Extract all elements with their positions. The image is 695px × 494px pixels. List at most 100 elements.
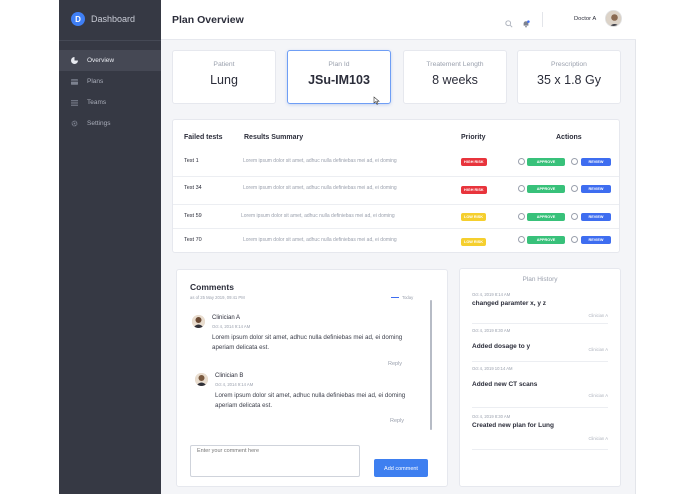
comment-date: Oct 4, 2014 9:14 AM	[212, 324, 251, 329]
stat-label: Patient	[213, 61, 235, 68]
result-summary: Lorem ipsum dolor sit amet, adhuc nulla …	[243, 185, 397, 191]
sidebar-item-teams[interactable]: Teams	[59, 92, 161, 113]
scrollbar-thumb[interactable]	[430, 300, 432, 430]
comment-input[interactable]	[190, 445, 360, 477]
divider	[472, 361, 608, 362]
stat-card-treatment-length: Treatement Length 8 weeks	[403, 50, 507, 104]
sidebar-item-settings[interactable]: Settings	[59, 113, 161, 134]
test-name: Test 34	[184, 185, 202, 191]
history-date: Oct 4, 2019 8:14 AM	[472, 292, 511, 297]
approve-button[interactable]: APPROVE	[527, 213, 565, 221]
history-author: Clinician A	[588, 436, 608, 441]
avatar	[192, 315, 205, 328]
approve-radio[interactable]	[518, 185, 525, 192]
stat-label: Treatement Length	[426, 61, 484, 68]
stat-value: JSu-IM103	[308, 73, 370, 87]
column-header-actions: Actions	[556, 134, 582, 141]
approve-button[interactable]: APPROVE	[527, 185, 565, 193]
priority-badge: HIGH RISK	[461, 186, 487, 194]
card-icon	[71, 78, 78, 85]
app-window: D Dashboard Overview Plans Teams Setting…	[59, 0, 636, 494]
brand-title: Dashboard	[91, 14, 136, 24]
result-summary: Lorem ipsum dolor sit amet, adhuc nulla …	[243, 158, 397, 164]
pie-chart-icon	[71, 57, 78, 64]
review-radio[interactable]	[571, 158, 578, 165]
comments-title: Comments	[190, 282, 234, 292]
user-name[interactable]: Doctor A	[574, 16, 596, 22]
top-header: Plan Overview Doctor A	[161, 0, 636, 40]
test-name: Test 70	[184, 237, 202, 243]
brand-logo-icon: D	[71, 12, 85, 26]
history-date: Oct 4, 2019 8:30 AM	[472, 328, 511, 333]
divider	[59, 40, 161, 41]
history-item: Oct 4, 2019 8:30 AM Added dosage to y Cl…	[472, 328, 608, 352]
history-item: Oct 4, 2019 10:14 AM Added new CT scans …	[472, 366, 608, 398]
history-date: Oct 4, 2019 8:30 AM	[472, 414, 511, 419]
divider	[472, 449, 608, 450]
approve-button[interactable]: APPROVE	[527, 236, 565, 244]
search-icon[interactable]	[505, 15, 514, 28]
review-radio[interactable]	[571, 236, 578, 243]
history-author: Clinician A	[588, 313, 608, 318]
column-header-summary: Results Summary	[244, 134, 304, 141]
test-name: Test 59	[184, 213, 202, 219]
table-row: Test 34 Lorem ipsum dolor sit amet, adhu…	[173, 176, 619, 200]
comment-author: Clinician B	[215, 373, 244, 379]
approve-radio[interactable]	[518, 236, 525, 243]
stat-card-prescription: Prescription 35 x 1.8 Gy	[517, 50, 621, 104]
test-name: Test 1	[184, 158, 199, 164]
history-date: Oct 4, 2019 10:14 AM	[472, 366, 513, 371]
comment-text: Lorem ipsum dolor sit amet, adhuc nulla …	[215, 392, 406, 409]
plan-history-title: Plan History	[522, 276, 558, 283]
comments-timestamp: as of 25 May 2019, 09:41 PM	[190, 295, 245, 300]
table-row: Test 59 Lorem ipsum dolor sit amet, adhu…	[173, 204, 619, 228]
sidebar-item-plans[interactable]: Plans	[59, 71, 161, 92]
history-text: Created new plan for Lung	[472, 422, 554, 429]
sidebar-item-label: Overview	[87, 57, 115, 64]
divider	[472, 323, 608, 324]
user-avatar[interactable]	[605, 10, 622, 27]
history-author: Clinician A	[588, 347, 608, 352]
approve-button[interactable]: APPROVE	[527, 158, 565, 166]
brand[interactable]: D Dashboard	[71, 12, 135, 26]
sidebar-item-label: Teams	[87, 99, 107, 106]
notification-bell-icon[interactable]	[522, 15, 531, 28]
today-label: Today	[402, 295, 414, 300]
comment-text: Lorem ipsum dolor sit amet, adhuc nulla …	[212, 334, 403, 351]
today-marker	[391, 297, 399, 298]
review-button[interactable]: REVIEW	[581, 185, 611, 193]
priority-badge: HIGH RISK	[461, 158, 487, 166]
stat-label: Plan Id	[328, 61, 350, 68]
reply-link[interactable]: Reply	[388, 361, 402, 367]
page-title: Plan Overview	[172, 14, 244, 26]
stat-card-plan-id[interactable]: Plan Id JSu-IM103	[287, 50, 391, 105]
history-item: Oct 4, 2019 8:14 AM changed paramter x, …	[472, 292, 608, 318]
reply-link[interactable]: Reply	[390, 418, 404, 424]
priority-badge: LOW RISK	[461, 213, 486, 221]
review-radio[interactable]	[571, 185, 578, 192]
column-header-priority: Priority	[461, 134, 486, 141]
stat-value: Lung	[210, 73, 238, 87]
comment-date: Oct 4, 2014 9:14 AM	[215, 382, 254, 387]
stat-value: 35 x 1.8 Gy	[537, 73, 601, 87]
priority-badge: LOW RISK	[461, 238, 486, 246]
sidebar-item-label: Plans	[87, 78, 104, 85]
review-button[interactable]: REVIEW	[581, 213, 611, 221]
divider	[472, 407, 608, 408]
history-item: Oct 4, 2019 8:30 AM Created new plan for…	[472, 414, 608, 441]
plan-history-panel: Plan History Oct 4, 2019 8:14 AM changed…	[459, 268, 621, 487]
approve-radio[interactable]	[518, 213, 525, 220]
sidebar-nav: Overview Plans Teams Settings	[59, 50, 161, 134]
approve-radio[interactable]	[518, 158, 525, 165]
sidebar: D Dashboard Overview Plans Teams Setting…	[59, 0, 161, 494]
review-button[interactable]: REVIEW	[581, 158, 611, 166]
review-radio[interactable]	[571, 213, 578, 220]
header-divider	[542, 12, 543, 27]
sidebar-item-overview[interactable]: Overview	[59, 50, 161, 71]
result-summary: Lorem ipsum dolor sit amet, adhuc nulla …	[241, 213, 395, 219]
stat-value: 8 weeks	[432, 73, 478, 87]
stat-label: Prescription	[551, 61, 587, 68]
review-button[interactable]: REVIEW	[581, 236, 611, 244]
comment-author: Clinician A	[212, 315, 241, 321]
add-comment-button[interactable]: Add comment	[374, 459, 428, 477]
